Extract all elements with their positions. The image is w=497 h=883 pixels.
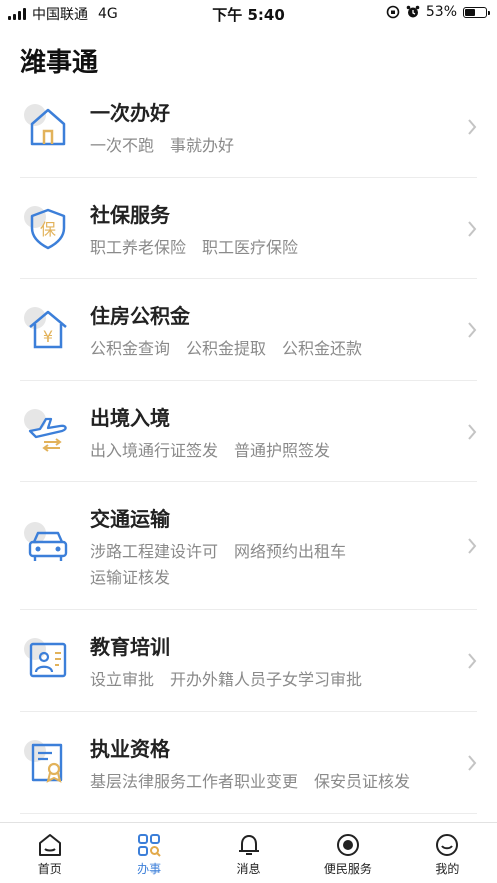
service-tags: 一次不跑 事就办好 [90, 133, 410, 159]
bell-icon [238, 835, 259, 855]
service-item-yicibanhao[interactable]: 一次办好 一次不跑 事就办好 [20, 76, 477, 178]
service-tag[interactable]: 事就办好 [170, 133, 234, 159]
service-tags: 出入境通行证签发 普通护照签发 [90, 438, 410, 464]
service-title: 出境入境 [90, 406, 170, 430]
service-tag[interactable]: 设立审批 [90, 667, 154, 693]
service-title: 一次办好 [90, 101, 170, 125]
car-icon [24, 520, 70, 566]
yen-icon-text: ¥ [43, 327, 53, 346]
chevron-right-icon [468, 424, 477, 440]
service-tag[interactable]: 公积金提取 [186, 336, 266, 362]
service-tag[interactable]: 开办外籍人员子女学习审批 [170, 667, 362, 693]
service-tag[interactable]: 一次不跑 [90, 133, 154, 159]
service-title: 执业资格 [90, 737, 170, 761]
shield-icon: 保 [24, 204, 70, 250]
tab-label: 办事 [137, 862, 162, 876]
service-tag[interactable]: 公积金还款 [282, 336, 362, 362]
service-tag[interactable]: 职工养老保险 [90, 235, 186, 261]
service-tag[interactable]: 职工医疗保险 [202, 235, 298, 261]
service-tag[interactable]: 保安员证核发 [314, 769, 410, 795]
tab-messages[interactable]: 消息 [199, 823, 298, 883]
chevron-right-icon [468, 755, 477, 771]
education-board-icon [24, 636, 70, 682]
chevron-right-icon [468, 119, 477, 135]
certificate-icon [24, 738, 70, 784]
status-right: 53% [386, 4, 490, 20]
service-tags: 设立审批 开办外籍人员子女学习审批 [90, 667, 410, 693]
service-item-jiaoyu[interactable]: 教育培训 设立审批 开办外籍人员子女学习审批 [20, 610, 477, 712]
target-circle-icon [336, 834, 359, 856]
service-title: 教育培训 [90, 635, 170, 659]
chevron-right-icon [468, 221, 477, 237]
service-title: 住房公积金 [90, 304, 190, 328]
tab-label: 首页 [37, 862, 62, 876]
service-tag[interactable]: 运输证核发 [90, 565, 170, 591]
page-title: 潍事通 [20, 48, 99, 78]
service-tag[interactable]: 涉路工程建设许可 [90, 539, 218, 565]
services-grid-icon [138, 834, 161, 857]
service-tags: 公积金查询 公积金提取 公积金还款 [90, 336, 410, 362]
house-yen-icon: ¥ [24, 305, 70, 351]
service-tag[interactable]: 基层法律服务工作者职业变更 [90, 769, 298, 795]
home-tab-icon [38, 834, 61, 856]
tab-label: 便民服务 [323, 862, 372, 876]
battery-percent: 53% [425, 4, 457, 20]
tab-services[interactable]: 办事 [99, 823, 198, 883]
service-item-gongjijin[interactable]: ¥ 住房公积金 公积金查询 公积金提取 公积金还款 [20, 279, 477, 381]
service-item-zhiye[interactable]: 执业资格 基层法律服务工作者职业变更 保安员证核发 [20, 712, 477, 814]
service-tag[interactable]: 网络预约出租车 [234, 539, 346, 565]
alarm-icon [406, 5, 420, 18]
tab-home[interactable]: 首页 [0, 823, 99, 883]
service-item-shebao[interactable]: 保 社保服务 职工养老保险 职工医疗保险 [20, 178, 477, 279]
tab-profile[interactable]: 我的 [398, 823, 497, 883]
service-list: 一次办好 一次不跑 事就办好 保 社保服务 职工养老保险 职工医疗保险 ¥ 住房公积… [0, 76, 497, 814]
service-title: 社保服务 [90, 203, 170, 227]
service-item-chujing[interactable]: 出境入境 出入境通行证签发 普通护照签发 [20, 381, 477, 482]
service-tag[interactable]: 公积金查询 [90, 336, 170, 362]
service-tags: 职工养老保险 职工医疗保险 [90, 235, 410, 261]
service-tags: 涉路工程建设许可 网络预约出租车运输证核发 [90, 539, 410, 591]
smiley-face-icon [436, 834, 459, 856]
chevron-right-icon [468, 538, 477, 554]
service-title: 交通运输 [90, 507, 170, 531]
rotation-lock-icon [386, 5, 400, 19]
service-item-jiaotong[interactable]: 交通运输 涉路工程建设许可 网络预约出租车运输证核发 [20, 482, 477, 610]
service-tag[interactable]: 出入境通行证签发 [90, 438, 218, 464]
chevron-right-icon [468, 322, 477, 338]
service-tags: 基层法律服务工作者职业变更 保安员证核发 [90, 769, 450, 795]
shield-icon-text: 保 [40, 220, 56, 239]
tab-label: 我的 [435, 862, 460, 876]
home-icon [24, 102, 70, 148]
battery-icon [463, 6, 490, 18]
tab-label: 消息 [236, 862, 261, 876]
status-bar: 中国联通 4G 下午 5:40 53% [0, 0, 497, 26]
airplane-icon [24, 407, 70, 453]
service-tag[interactable]: 普通护照签发 [234, 438, 330, 464]
chevron-right-icon [468, 653, 477, 669]
tab-convenience[interactable]: 便民服务 [298, 823, 397, 883]
bottom-tab-bar: 首页 办事 消息 便民服务 我的 [0, 822, 497, 883]
